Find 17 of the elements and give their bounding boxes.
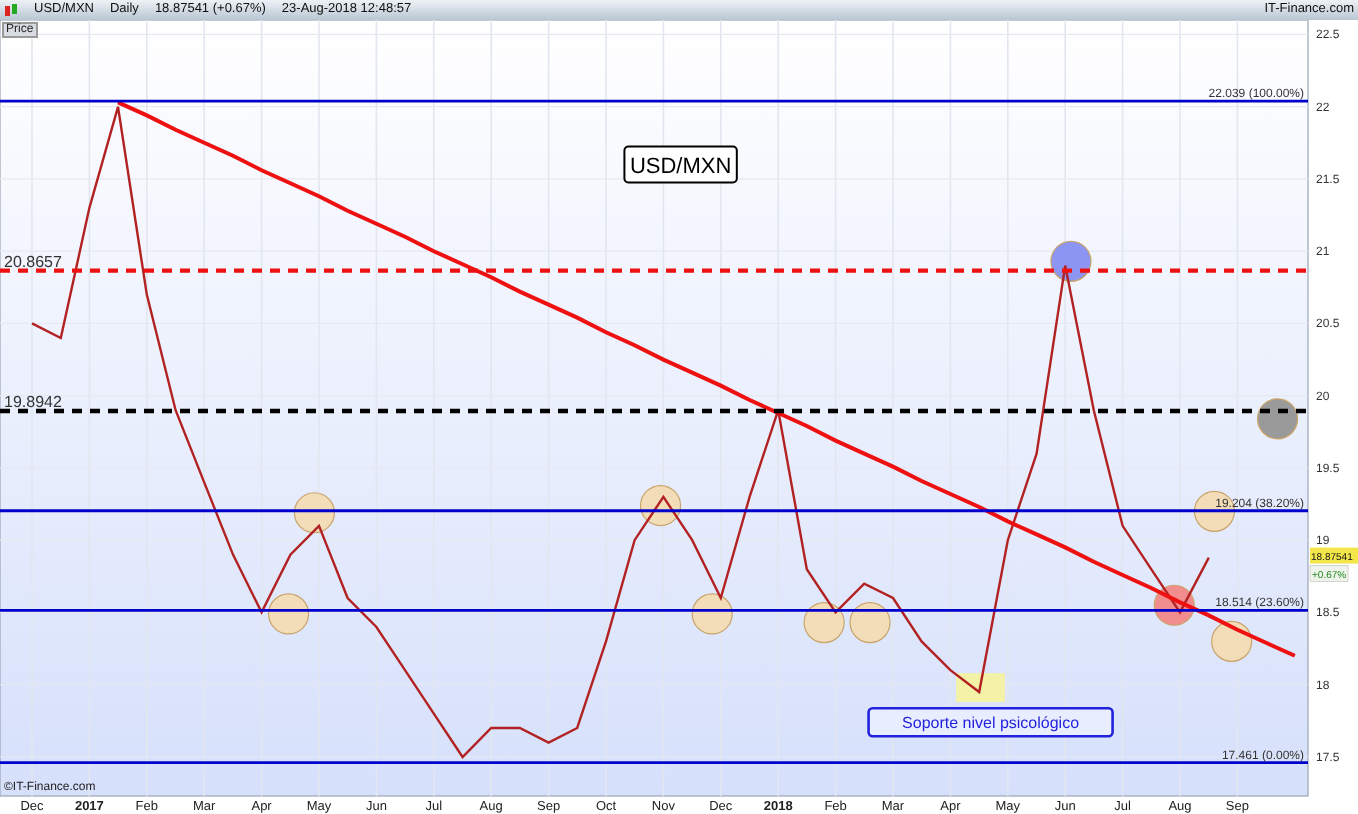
level-label: 20.8657 [4,252,62,271]
annotation-box: Soporte nivel psicológico [867,707,1114,738]
candlestick-icon [4,2,18,18]
level-label: 19.8942 [4,393,62,411]
highlight-circle [639,484,682,527]
annotation: Soporte nivel psicológico [902,714,1081,733]
highlight-circle [267,593,310,635]
highlight-circle [1257,398,1299,440]
chart-title-box: USD/MXN [623,145,738,184]
highlight-circle [803,602,845,644]
highlight-circle [1050,240,1092,282]
highlight-circle [691,593,733,635]
highlight-region [956,673,1005,703]
highlight-circle [849,602,891,644]
highlight-circle [293,492,335,534]
highlight-circle [1153,584,1195,626]
highlight-circle [1211,620,1253,662]
